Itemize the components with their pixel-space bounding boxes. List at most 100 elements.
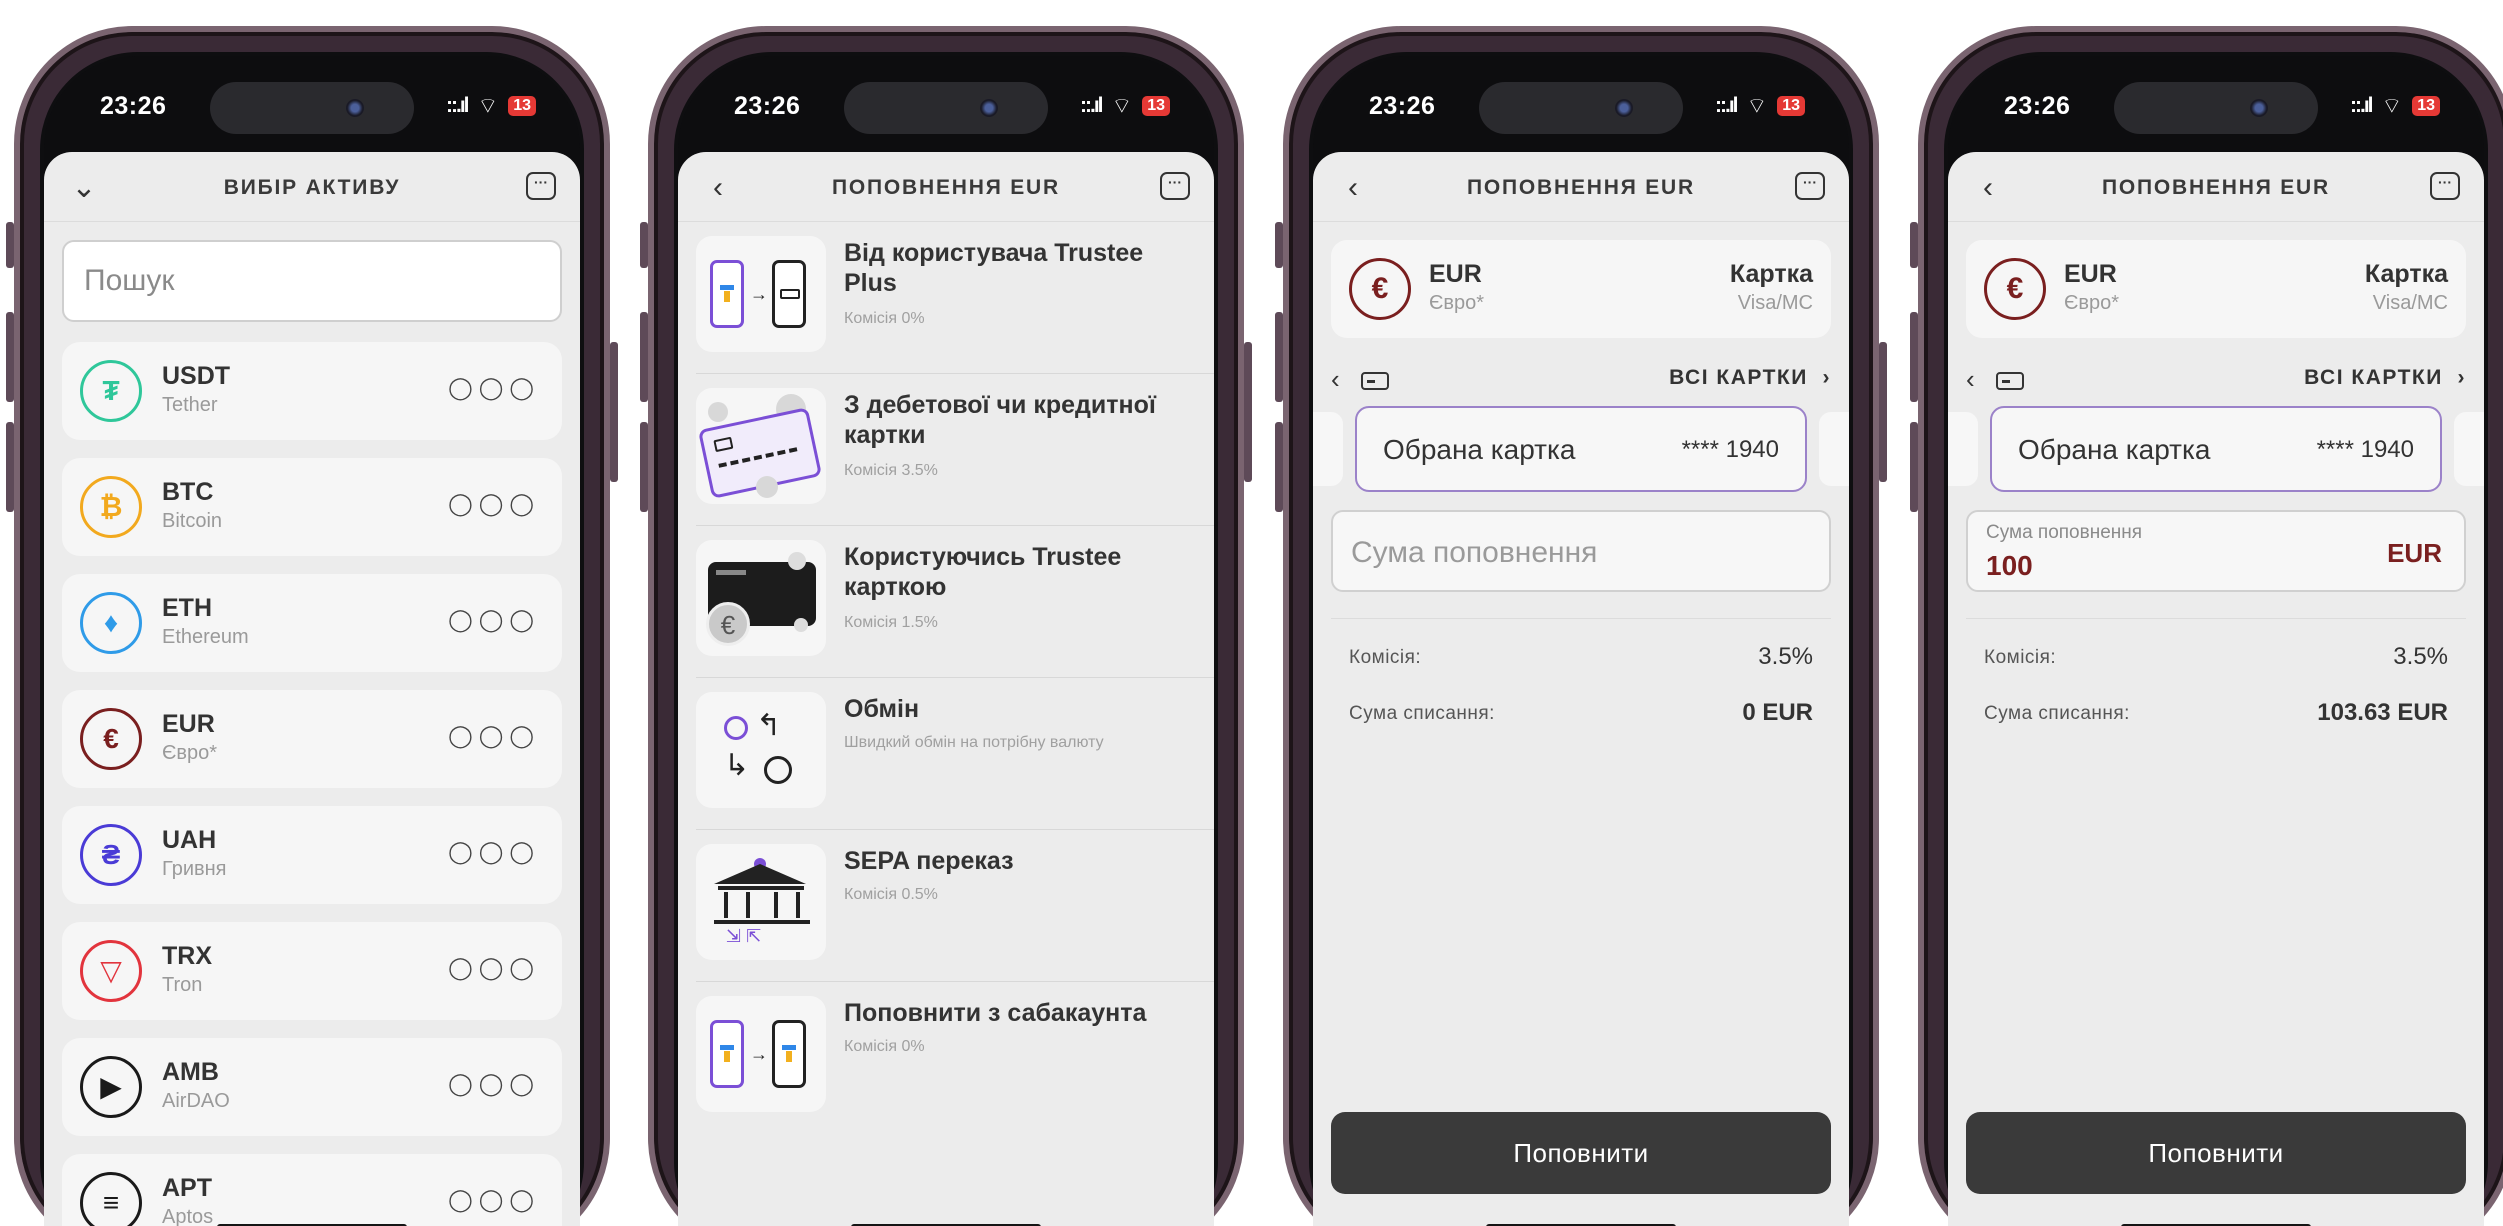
method-from-trustee-user[interactable]: → Від користувача Trustee Plus Комісія 0… xyxy=(696,222,1214,374)
wifi-icon: ⌔ xyxy=(1111,93,1133,118)
asset-name: Tether xyxy=(162,394,218,416)
wifi-icon: ⌔ xyxy=(477,93,499,118)
payment-method: Картка xyxy=(2364,260,2448,288)
topup-button[interactable]: Поповнити xyxy=(1331,1112,1831,1194)
currency-name: Євро* xyxy=(1429,292,1485,314)
payment-method-sub: Visa/MC xyxy=(2372,292,2448,314)
asset-row-uah[interactable]: ₴ UAH Гривня ◯◯◯ xyxy=(62,806,562,904)
debit-label: Сума списання: xyxy=(1349,703,1495,724)
chat-icon[interactable]: ··· xyxy=(1160,172,1190,200)
status-bar: 23:26 ::.ıl ⌔ 13 xyxy=(44,56,580,152)
asset-row-eth[interactable]: ♦ ETH Ethereum ◯◯◯ xyxy=(62,574,562,672)
signal-icon: ::.ıl xyxy=(2350,94,2373,117)
chevron-left-icon[interactable]: ‹ xyxy=(1966,364,1975,395)
asset-name: Bitcoin xyxy=(162,510,223,532)
status-time: 23:26 xyxy=(1369,92,1436,120)
method-trustee-card[interactable]: € Користуючись Trustee карткою Комісія 1… xyxy=(696,526,1214,678)
method-title: Поповнити з сабакаунта xyxy=(844,999,1147,1027)
status-time: 23:26 xyxy=(734,92,801,120)
debit-row: Сума списання: 0 EUR xyxy=(1349,685,1813,741)
selected-card[interactable]: Обрана картка **** 1940 xyxy=(1990,406,2442,492)
status-time: 23:26 xyxy=(100,92,167,120)
asset-row-apt[interactable]: ≡ APT Aptos ◯◯◯ xyxy=(62,1154,562,1226)
method-exchange[interactable]: ↰ ↳ Обмін Швидкий обмін на потрібну валю… xyxy=(696,678,1214,830)
chevron-left-icon[interactable]: ‹ xyxy=(1331,364,1340,395)
all-cards-link[interactable]: ВСІ КАРТКИ › xyxy=(1669,366,1831,390)
fee-row: Комісія: 3.5% xyxy=(1984,629,2448,685)
dynamic-island xyxy=(210,82,414,134)
method-sepa-transfer[interactable]: ⇲ ⇱ SEPA переказ Комісія 0.5% xyxy=(696,830,1214,982)
chat-icon[interactable]: ··· xyxy=(1795,172,1825,200)
asset-name: Tron xyxy=(162,974,203,996)
phone-frame-topup-methods: 23:26 ::.ıl ⌔ 13 ‹ ПОПОВНЕННЯ EUR ··· → … xyxy=(640,26,1252,1226)
phone-frame-asset-select: 23:26 ::.ıl ⌔ 13 ⌄ ВИБІР АКТИВУ ··· Пошу… xyxy=(6,26,618,1226)
asset-row-usdt[interactable]: ₮ USDT Tether ◯◯◯ xyxy=(62,342,562,440)
method-fee: Комісія 0% xyxy=(844,1038,925,1055)
payment-method: Картка xyxy=(1729,260,1813,288)
fee-label: Комісія: xyxy=(1984,647,2057,668)
card-carousel[interactable]: Обрана картка **** 1940 xyxy=(1313,406,1849,492)
method-title: SEPA переказ xyxy=(844,847,1014,875)
card-carousel[interactable]: Обрана картка **** 1940 xyxy=(1948,406,2484,492)
asset-ticker: TRX xyxy=(162,942,212,970)
selected-card[interactable]: Обрана картка **** 1940 xyxy=(1355,406,1807,492)
method-debit-credit-card[interactable]: З дебетової чи кредитної картки Комісія … xyxy=(696,374,1214,526)
currency-ticker: EUR xyxy=(1429,260,1482,288)
asset-name: Aptos xyxy=(162,1206,214,1226)
asset-name: Євро* xyxy=(162,742,218,764)
airdao-icon: ▶ xyxy=(80,1056,142,1118)
shield-icons: ◯◯◯ xyxy=(448,723,540,748)
asset-row-eur[interactable]: € EUR Євро* ◯◯◯ xyxy=(62,690,562,788)
next-card[interactable] xyxy=(1819,412,1849,486)
dynamic-island xyxy=(844,82,1048,134)
prev-card[interactable] xyxy=(1313,412,1343,486)
all-cards-link[interactable]: ВСІ КАРТКИ › xyxy=(2304,366,2466,390)
shield-icons: ◯◯◯ xyxy=(448,839,540,864)
fee-row: Комісія: 3.5% xyxy=(1349,629,1813,685)
selected-card-number: **** 1940 xyxy=(1681,436,1779,463)
signal-icon: ::.ıl xyxy=(446,94,469,117)
asset-row-btc[interactable]: ₿ BTC Bitcoin ◯◯◯ xyxy=(62,458,562,556)
bitcoin-icon: ₿ xyxy=(80,476,142,538)
ethereum-icon: ♦ xyxy=(80,592,142,654)
wifi-icon: ⌔ xyxy=(2381,93,2403,118)
asset-name: Гривня xyxy=(162,858,227,880)
asset-row-trx[interactable]: ▽ TRX Tron ◯◯◯ xyxy=(62,922,562,1020)
hryvnia-icon: ₴ xyxy=(80,824,142,886)
euro-icon: € xyxy=(1984,258,2046,320)
asset-row-amb[interactable]: ▶ AMB AirDAO ◯◯◯ xyxy=(62,1038,562,1136)
euro-icon: € xyxy=(80,708,142,770)
search-input[interactable]: Пошук xyxy=(62,240,562,322)
amount-currency: EUR xyxy=(2387,538,2442,568)
battery-icon: 13 xyxy=(1777,96,1805,116)
amount-input[interactable]: Сума поповнення 100 EUR xyxy=(1966,510,2466,592)
selected-card-number: **** 1940 xyxy=(2316,436,2414,463)
topup-form-screen: ‹ ПОПОВНЕННЯ EUR ··· € EUR Євро* Картка … xyxy=(1313,152,1849,1226)
chat-icon[interactable]: ··· xyxy=(526,172,556,200)
asset-ticker: USDT xyxy=(162,362,231,390)
shield-icons: ◯◯◯ xyxy=(448,607,540,632)
prev-card[interactable] xyxy=(1948,412,1978,486)
asset-ticker: ETH xyxy=(162,594,212,622)
topup-button[interactable]: Поповнити xyxy=(1966,1112,2466,1194)
amount-placeholder: Сума поповнення xyxy=(1351,536,1598,569)
cards-header: ‹ ВСІ КАРТКИ › xyxy=(1966,356,2466,402)
nav-bar: ‹ ПОПОВНЕННЯ EUR ··· xyxy=(1948,152,2484,222)
topup-form-screen: ‹ ПОПОВНЕННЯ EUR ··· € EUR Євро* Картка … xyxy=(1948,152,2484,1226)
debit-row: Сума списання: 103.63 EUR xyxy=(1984,685,2448,741)
exchange-icon: ↰ ↳ xyxy=(696,692,826,808)
method-fee: Комісія 3.5% xyxy=(844,462,938,479)
debit-label: Сума списання: xyxy=(1984,703,2130,724)
fee-value: 3.5% xyxy=(1758,643,1813,670)
amount-input[interactable]: Сума поповнення xyxy=(1331,510,1831,592)
method-from-subaccount[interactable]: → Поповнити з сабакаунта Комісія 0% xyxy=(696,982,1214,1134)
next-card[interactable] xyxy=(2454,412,2484,486)
phone-to-phone-icon: → xyxy=(696,236,826,352)
currency-ticker: EUR xyxy=(2064,260,2117,288)
chat-icon[interactable]: ··· xyxy=(2430,172,2460,200)
amount-label: Сума поповнення xyxy=(1986,522,2143,543)
selected-card-label: Обрана картка xyxy=(1383,434,1576,465)
shield-icons: ◯◯◯ xyxy=(448,1187,540,1212)
phone-frame-topup-filled: 23:26 ::.ıl ⌔ 13 ‹ ПОПОВНЕННЯ EUR ··· € … xyxy=(1910,26,2503,1226)
page-title: ВИБІР АКТИВУ xyxy=(223,176,401,199)
